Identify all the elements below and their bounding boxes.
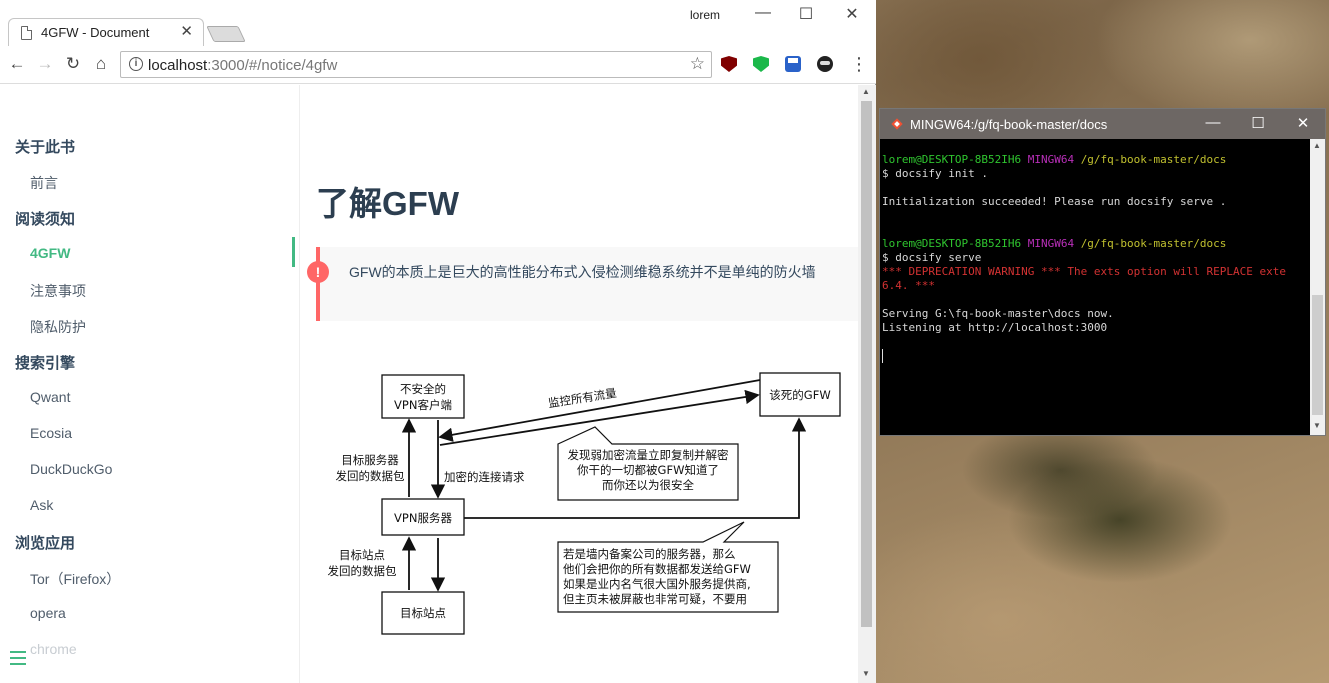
terminal-scrollbar[interactable]: ▲ ▼ [1310,139,1325,435]
output-line: Listening at http://localhost:3000 [882,321,1108,334]
info-icon[interactable]: i [129,57,143,71]
prompt-line: lorem@DESKTOP-8B52IH6 MINGW64 /g/fq-book… [882,237,1227,250]
server-return-label-1: 目标服务器 [341,453,399,467]
browser-menu-icon[interactable]: ⋮ [850,54,868,75]
shield-extension-icon[interactable] [753,56,769,72]
vpn-client-label-2: VPN客户端 [394,398,452,412]
sidebar-item-privacy[interactable]: 隐私防护 [30,317,86,337]
prompt-line: lorem@DESKTOP-8B52IH6 MINGW64 /g/fq-book… [882,153,1227,166]
tab-title: 4GFW - Document [41,25,150,40]
sidebar-item-duckduckgo[interactable]: DuckDuckGo [30,461,112,477]
sidebar-item-tor[interactable]: Tor（Firefox） [30,569,120,589]
browser-toolbar: ← → ↻ ⌂ i localhost:3000/#/notice/4gfw ☆… [0,46,876,84]
warning-line: *** DEPRECATION WARNING *** The exts opt… [882,265,1286,278]
back-arrow-icon[interactable]: ← [6,53,28,75]
reload-icon[interactable]: ↻ [62,53,84,75]
terminal-window: MINGW64:/g/fq-book-master/docs — ☐ ✕ lor… [879,108,1326,436]
vpn-client-label-1: 不安全的 [400,382,446,396]
terminal-close-button[interactable]: ✕ [1288,114,1318,132]
terminal-output[interactable]: lorem@DESKTOP-8B52IH6 MINGW64 /g/fq-book… [882,153,1310,435]
gfw-diagram: 不安全的 VPN客户端 该死的GFW VPN服务器 目标站点 监控所有流量 加密… [328,372,841,635]
output-line: Serving G:\fq-book-master\docs now. [882,307,1114,320]
sidebar-section-search[interactable]: 搜索引擎 [15,352,75,373]
terminal-title: MINGW64:/g/fq-book-master/docs [910,117,1108,132]
command-line: $ docsify serve [882,251,982,264]
scroll-up-icon[interactable]: ▲ [862,87,870,96]
url-text[interactable]: localhost:3000/#/notice/4gfw [148,57,337,74]
bookmark-star-icon[interactable]: ☆ [690,54,705,74]
scroll-up-icon[interactable]: ▲ [1313,141,1321,150]
command-line: $ docsify init . [882,167,988,180]
new-tab-button[interactable] [206,26,246,42]
note2-line-2: 他们会把你的所有数据都发送给GFW [563,562,751,576]
sidebar: 关于此书 前言 阅读须知 4GFW 注意事项 隐私防护 搜索引擎 Qwant E… [0,85,300,683]
terminal-cursor [882,349,883,363]
maximize-button[interactable]: ☐ [791,4,821,24]
encrypted-label: 加密的连接请求 [444,470,525,484]
main-content: 了解GFW ! GFW的本质上是巨大的高性能分布式入侵检测维稳系统并不是单纯的防… [300,85,858,683]
sidebar-item-4gfw[interactable]: 4GFW [30,245,70,261]
sidebar-section-reading[interactable]: 阅读须知 [15,208,75,229]
tip-text: GFW的本质上是巨大的高性能分布式入侵检测维稳系统并不是单纯的防火墙 [349,264,816,280]
warning-tip: ! GFW的本质上是巨大的高性能分布式入侵检测维稳系统并不是单纯的防火墙 [307,247,858,321]
forward-arrow-icon[interactable]: → [34,53,56,75]
minimize-button[interactable]: — [748,4,778,22]
site-return-label-1: 目标站点 [339,548,385,562]
sidebar-section-browsers[interactable]: 浏览应用 [15,532,75,553]
sidebar-item-notes[interactable]: 注意事项 [30,281,86,301]
scroll-down-icon[interactable]: ▼ [862,669,870,678]
save-extension-icon[interactable] [785,56,801,72]
note2-line-3: 如果是业内名气很大国外服务提供商, [563,577,751,591]
output-line: Initialization succeeded! Please run doc… [882,195,1227,208]
sidebar-item-opera[interactable]: opera [30,605,66,621]
page-scrollbar[interactable]: ▲ ▼ [858,85,876,683]
server-return-label-2: 发回的数据包 [336,469,405,483]
active-indicator [292,237,295,267]
site-return-label-2: 发回的数据包 [328,564,397,578]
close-tab-icon[interactable]: ✕ [180,22,193,40]
terminal-titlebar[interactable]: MINGW64:/g/fq-book-master/docs — ☐ ✕ [880,109,1325,139]
sidebar-toggle-icon[interactable] [10,651,26,665]
mask-extension-icon[interactable] [817,56,833,72]
note1-line-3: 而你还以为很安全 [602,478,694,492]
browser-window: 4GFW - Document ✕ lorem — ☐ ✕ ← → ↻ ⌂ i … [0,0,876,683]
exclamation-icon: ! [307,261,329,283]
note1-line-1: 发现弱加密流量立即复制并解密 [568,448,729,462]
ublock-extension-icon[interactable] [721,56,737,72]
close-window-button[interactable]: ✕ [837,4,867,24]
target-site-label: 目标站点 [400,606,446,620]
home-icon[interactable]: ⌂ [90,53,112,75]
document-icon [21,26,32,40]
sidebar-item-ecosia[interactable]: Ecosia [30,425,72,441]
sidebar-section-about[interactable]: 关于此书 [15,136,75,157]
note2-line-1: 若是墙内备案公司的服务器，那么 [563,547,736,561]
git-diamond-icon [891,118,903,130]
sidebar-item-chrome[interactable]: chrome [30,641,77,657]
browser-tab[interactable]: 4GFW - Document ✕ [8,18,204,46]
scrollbar-thumb[interactable] [861,101,872,627]
sidebar-item-preface[interactable]: 前言 [30,173,58,193]
sidebar-item-qwant[interactable]: Qwant [30,389,70,405]
scrollbar-thumb[interactable] [1312,295,1323,415]
scroll-down-icon[interactable]: ▼ [1313,421,1321,430]
docsify-page: 关于此书 前言 阅读须知 4GFW 注意事项 隐私防护 搜索引擎 Qwant E… [0,85,876,683]
sidebar-item-ask[interactable]: Ask [30,497,53,513]
note1-line-2: 你干的一切都被GFW知道了 [577,463,719,477]
profile-name[interactable]: lorem [690,8,720,22]
page-title: 了解GFW [316,185,459,222]
terminal-minimize-button[interactable]: — [1198,114,1228,131]
tab-strip: 4GFW - Document ✕ lorem — ☐ ✕ [0,0,876,46]
warning-line: 6.4. *** [882,279,935,292]
note2-line-4: 但主页未被屏蔽也非常可疑，不要用 [563,592,747,606]
gfw-label: 该死的GFW [769,388,830,402]
vpn-server-label: VPN服务器 [394,511,452,525]
address-bar[interactable]: i localhost:3000/#/notice/4gfw ☆ [120,51,712,78]
terminal-maximize-button[interactable]: ☐ [1243,114,1273,132]
